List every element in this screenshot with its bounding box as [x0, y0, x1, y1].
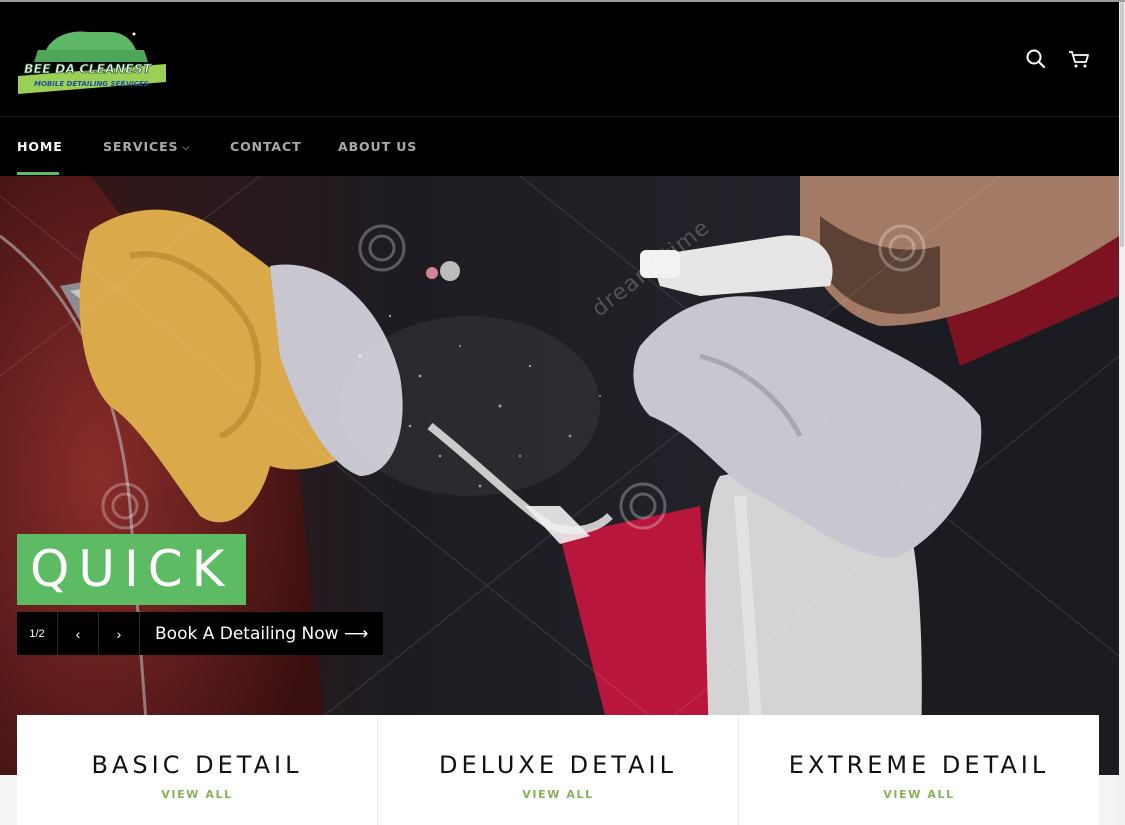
slide-controls: 1/2 ‹ › Book A Detailing Now ⟶ — [17, 612, 384, 655]
cart-icon — [1069, 51, 1089, 68]
hero-slide-title: QUICK — [17, 534, 247, 605]
logo-title: BEE DA CLEANEST — [24, 61, 153, 76]
cart-button[interactable] — [1066, 46, 1092, 72]
nav-item-label: CONTACT — [230, 139, 302, 154]
site-logo[interactable]: BEE DA CLEANEST MOBILE DETAILING SERVICE… — [16, 24, 168, 100]
book-detailing-button[interactable]: Book A Detailing Now ⟶ — [140, 612, 384, 655]
next-slide-button[interactable]: › — [99, 612, 140, 655]
chevron-right-icon: › — [116, 625, 122, 642]
logo-car-top-shape — [46, 31, 136, 50]
collection-deluxe-detail[interactable]: DELUXE DETAIL VIEW ALL — [378, 715, 739, 825]
collection-title: DELUXE DETAIL — [439, 751, 677, 779]
hero-image — [0, 176, 1119, 775]
logo-sparkle-shape — [132, 32, 136, 36]
collection-extreme-detail[interactable]: EXTREME DETAIL VIEW ALL — [739, 715, 1099, 825]
nav-item-label: ABOUT US — [338, 139, 418, 154]
chevron-left-icon: ‹ — [75, 625, 81, 642]
chevron-down-icon: ⌵ — [182, 143, 191, 153]
hero-slideshow: dreamstime — [0, 176, 1119, 775]
nav-item-services[interactable]: SERVICES ⌵ — [103, 139, 190, 154]
nav-item-about-us[interactable]: ABOUT US — [338, 139, 417, 154]
search-button[interactable] — [1023, 46, 1049, 72]
view-all-link[interactable]: VIEW ALL — [739, 788, 1099, 801]
nav-item-contact[interactable]: CONTACT — [230, 139, 302, 154]
featured-collections: BASIC DETAIL VIEW ALL DELUXE DETAIL VIEW… — [17, 715, 1099, 825]
slide-counter: 1/2 — [17, 612, 58, 655]
nav-item-label: SERVICES — [103, 139, 179, 154]
view-all-link[interactable]: VIEW ALL — [378, 788, 738, 801]
logo-graphic: BEE DA CLEANEST MOBILE DETAILING SERVICE… — [18, 31, 166, 94]
nav-item-home[interactable]: HOME — [17, 139, 63, 154]
collection-basic-detail[interactable]: BASIC DETAIL VIEW ALL — [17, 715, 378, 825]
scrollbar-thumb[interactable] — [1120, 2, 1124, 247]
view-all-link[interactable]: VIEW ALL — [17, 788, 377, 801]
collection-title: EXTREME DETAIL — [788, 751, 1050, 779]
collection-title: BASIC DETAIL — [91, 751, 303, 779]
previous-slide-button[interactable]: ‹ — [58, 612, 99, 655]
page-scrollbar[interactable] — [1119, 2, 1125, 825]
site-header: BEE DA CLEANEST MOBILE DETAILING SERVICE… — [0, 2, 1119, 117]
search-icon — [1026, 49, 1046, 69]
main-nav: HOME SERVICES ⌵ CONTACT ABOUT US — [0, 117, 1119, 176]
logo-subtitle: MOBILE DETAILING SERVICES — [34, 80, 149, 88]
nav-item-label: HOME — [17, 139, 63, 154]
nav-active-indicator — [17, 172, 59, 175]
